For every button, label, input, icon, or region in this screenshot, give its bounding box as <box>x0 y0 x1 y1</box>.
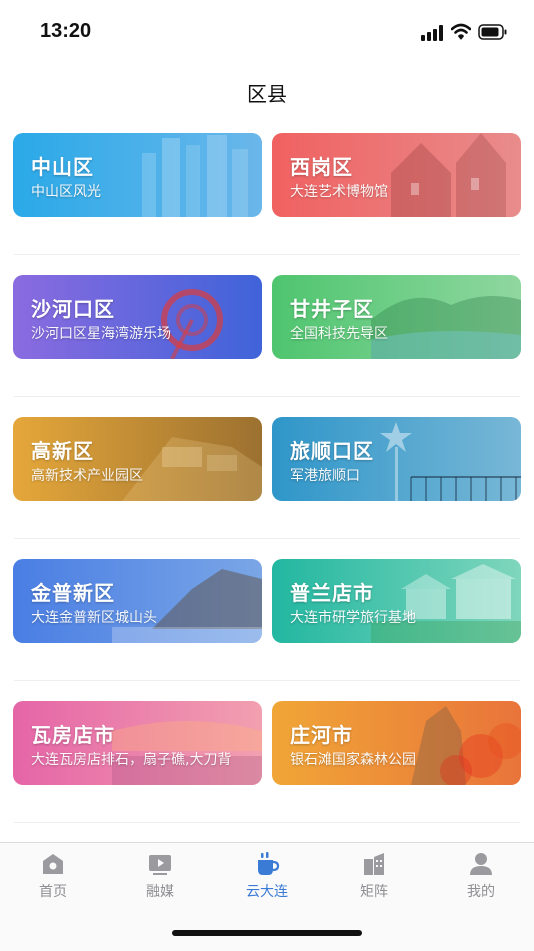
district-subtitle: 大连金普新区城山头 <box>31 610 157 626</box>
district-subtitle: 大连瓦房店排石，扇子礁,大刀背 <box>31 752 232 768</box>
district-subtitle: 大连艺术博物馆 <box>290 184 388 200</box>
status-time: 13:20 <box>40 20 92 42</box>
card-decoration <box>112 721 262 785</box>
card-decoration <box>142 135 248 217</box>
tab-cloud-dalian[interactable]: 云大连 <box>227 851 307 907</box>
card-decoration <box>411 706 521 785</box>
row-divider <box>14 396 520 397</box>
card-decoration <box>391 133 506 217</box>
district-card-xigang[interactable]: 西岗区 大连艺术博物馆 <box>272 133 521 217</box>
row-divider <box>14 254 520 255</box>
tab-matrix[interactable]: 矩阵 <box>334 851 414 907</box>
district-name: 普兰店市 <box>290 581 374 605</box>
district-card-zhongshan[interactable]: 中山区 中山区风光 <box>13 133 262 217</box>
cup-icon <box>258 852 280 875</box>
district-name: 甘井子区 <box>290 297 374 321</box>
row-divider <box>14 680 520 681</box>
district-subtitle: 高新技术产业园区 <box>31 468 143 484</box>
tab-mine[interactable]: 我的 <box>441 851 521 907</box>
wifi-icon <box>451 23 471 40</box>
buildings-icon <box>364 853 384 875</box>
status-bar: 13:20 <box>0 0 534 60</box>
district-name: 金普新区 <box>31 581 115 605</box>
district-card-gaoxin[interactable]: 高新区 高新技术产业园区 <box>13 417 262 501</box>
tab-media[interactable]: 融媒 <box>120 851 200 907</box>
district-name: 旅顺口区 <box>290 439 374 463</box>
home-icon <box>43 854 63 874</box>
district-subtitle: 全国科技先导区 <box>290 326 388 342</box>
district-subtitle: 沙河口区星海湾游乐场 <box>31 326 171 342</box>
page-title: 区县 <box>247 82 287 106</box>
district-card-lvshunkou[interactable]: 旅顺口区 军港旅顺口 <box>272 417 521 501</box>
district-card-pulandian[interactable]: 普兰店市 大连市研学旅行基地 <box>272 559 521 643</box>
tab-label: 融媒 <box>146 884 174 900</box>
district-name: 西岗区 <box>290 155 353 179</box>
row-divider <box>14 822 520 823</box>
home-indicator <box>172 930 362 936</box>
tab-home[interactable]: 首页 <box>13 851 93 907</box>
district-name: 中山区 <box>31 155 94 179</box>
card-decoration <box>161 289 223 359</box>
card-decoration <box>371 296 521 359</box>
district-name: 瓦房店市 <box>31 723 115 747</box>
battery-icon <box>478 24 507 40</box>
tab-label: 首页 <box>39 884 67 900</box>
signal-icon <box>421 25 445 41</box>
district-card-zhuanghe[interactable]: 庄河市 银石滩国家森林公园 <box>272 701 521 785</box>
person-icon <box>470 853 492 875</box>
district-name: 高新区 <box>31 439 94 463</box>
district-card-ganjingzi[interactable]: 甘井子区 全国科技先导区 <box>272 275 521 359</box>
district-subtitle: 银石滩国家森林公园 <box>290 752 416 768</box>
card-decoration <box>112 569 262 643</box>
district-subtitle: 大连市研学旅行基地 <box>290 610 416 626</box>
tab-label: 我的 <box>467 884 495 900</box>
district-subtitle: 军港旅顺口 <box>290 468 360 484</box>
district-name: 庄河市 <box>290 723 353 747</box>
district-card-wafangdian[interactable]: 瓦房店市 大连瓦房店排石，扇子礁,大刀背 <box>13 701 262 785</box>
card-decoration <box>371 564 521 643</box>
row-divider <box>14 538 520 539</box>
tab-label: 矩阵 <box>360 884 388 900</box>
district-name: 沙河口区 <box>31 297 115 321</box>
district-subtitle: 中山区风光 <box>31 184 101 200</box>
district-card-jinpu[interactable]: 金普新区 大连金普新区城山头 <box>13 559 262 643</box>
card-decoration <box>380 422 521 501</box>
video-icon <box>149 855 171 875</box>
district-card-shahekou[interactable]: 沙河口区 沙河口区星海湾游乐场 <box>13 275 262 359</box>
card-decoration <box>122 437 262 501</box>
tab-label: 云大连 <box>246 884 288 900</box>
